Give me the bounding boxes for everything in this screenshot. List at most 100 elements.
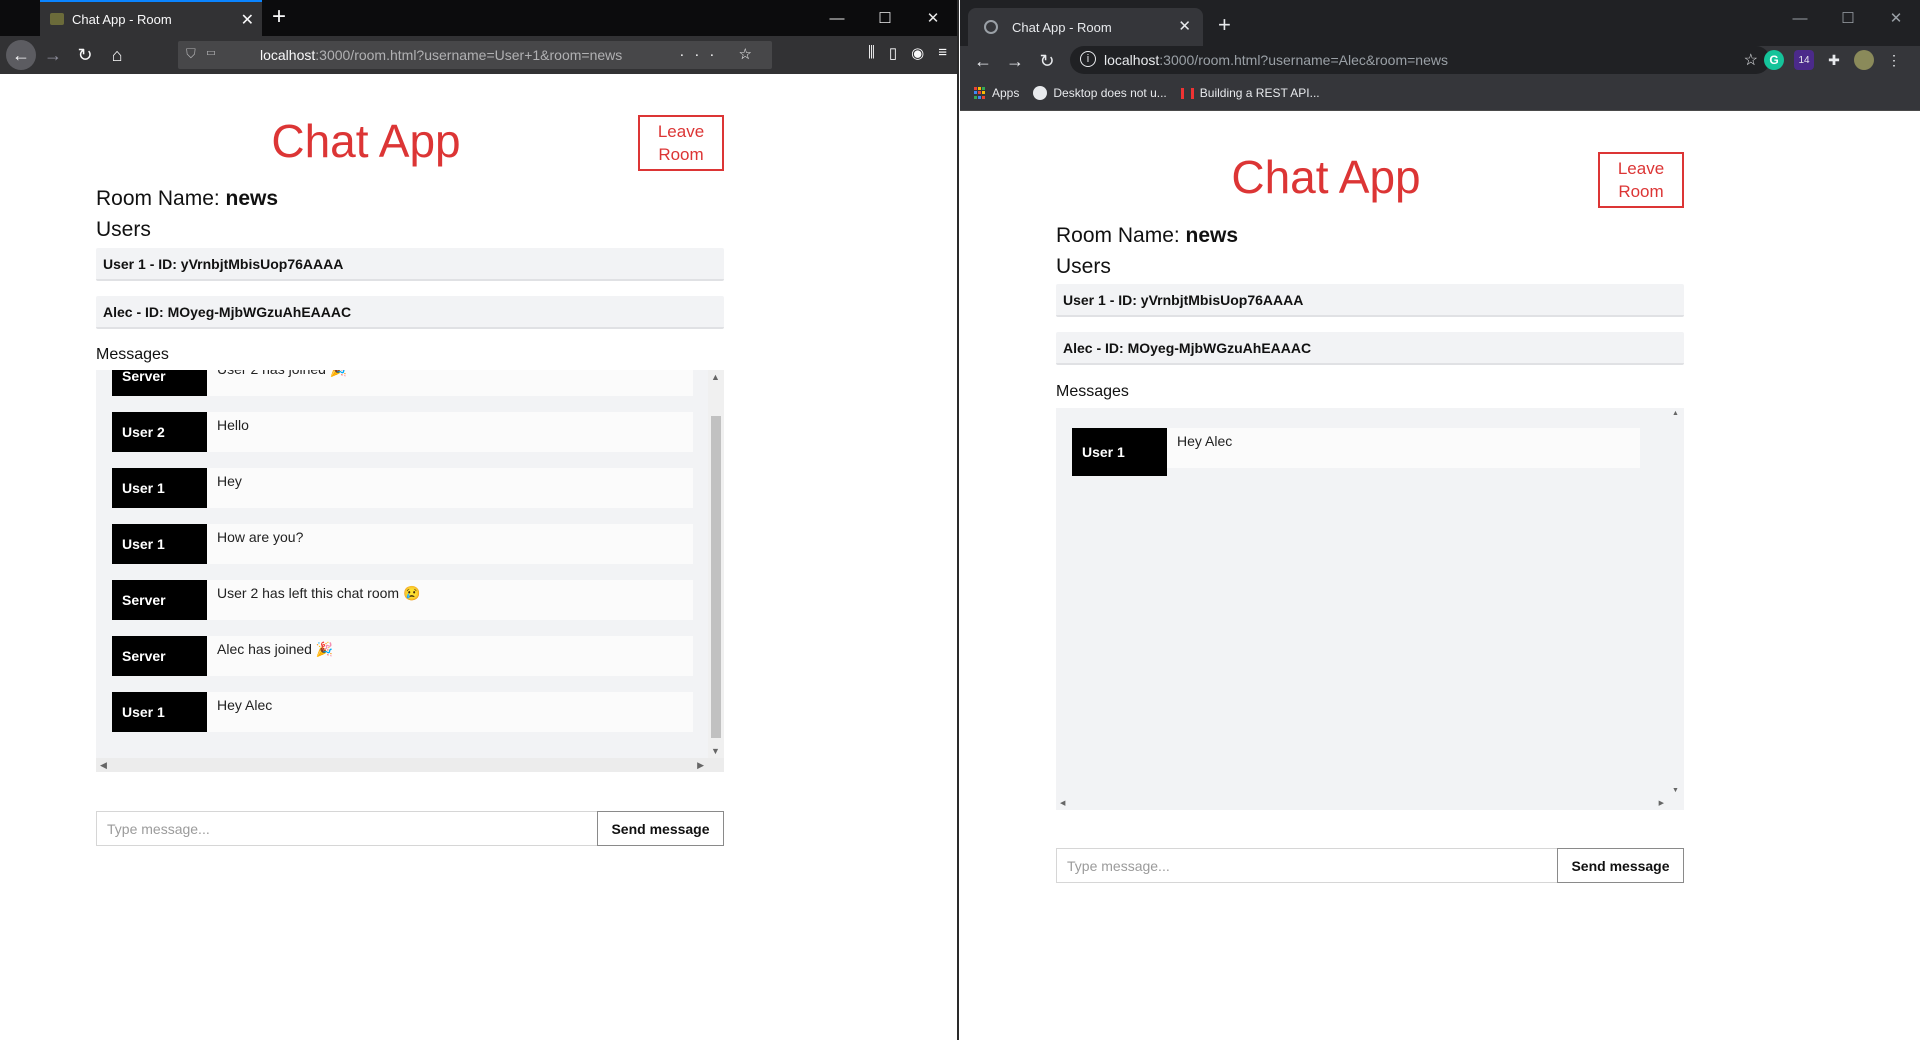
messages-list[interactable]: User 1 Hey Alec ▲ ▼ ◀ ▶ xyxy=(1056,408,1684,810)
send-message-button[interactable]: Send message xyxy=(597,811,724,846)
message-sender: User 1 xyxy=(112,692,207,732)
library-icon[interactable]: ⫼ xyxy=(868,44,875,62)
leave-label-1: Leave xyxy=(657,122,705,141)
scrollbar-thumb[interactable] xyxy=(711,416,721,738)
tab-bar: Chat App - Room ✕ + — ☐ ✕ xyxy=(960,0,1920,46)
scroll-down-icon[interactable]: ▼ xyxy=(711,746,720,756)
leave-label-2: Room xyxy=(658,145,704,164)
message-text: Hey xyxy=(217,473,242,489)
bookmark-label: Building a REST API... xyxy=(1199,86,1320,100)
message-input[interactable] xyxy=(96,811,598,846)
url-path: :3000/room.html?username=User+1&room=new… xyxy=(315,47,623,63)
back-icon[interactable]: ← xyxy=(6,40,36,70)
minimize-icon[interactable]: — xyxy=(1776,0,1824,36)
message-text: Hello xyxy=(217,417,249,433)
scroll-right-icon[interactable]: ▶ xyxy=(697,760,704,771)
maximize-icon[interactable]: ☐ xyxy=(861,0,909,36)
account-icon[interactable]: ◉ xyxy=(911,44,924,62)
message-text: Alec has joined 🎉 xyxy=(217,641,334,657)
back-icon[interactable]: ← xyxy=(970,48,996,74)
toolbar-icons: ⫼ ▯ ◉ ≡ xyxy=(868,44,947,62)
bookmark-label: Apps xyxy=(992,86,1020,100)
more-menu-icon[interactable]: ⋮ xyxy=(1884,50,1904,70)
horizontal-scrollbar[interactable]: ◀ ▶ xyxy=(1056,796,1668,810)
grammarly-icon[interactable]: G xyxy=(1764,50,1784,70)
reload-icon[interactable]: ↻ xyxy=(1034,48,1060,74)
tab-favicon-icon xyxy=(50,13,64,25)
room-name: news xyxy=(1185,224,1239,247)
leave-room-button[interactable]: Leave Room xyxy=(638,115,724,171)
message-row: Server Alec has joined 🎉 xyxy=(112,636,693,676)
scroll-left-icon[interactable]: ◀ xyxy=(1060,799,1065,807)
users-heading: Users xyxy=(96,218,151,241)
url-path: :3000/room.html?username=Alec&room=news xyxy=(1159,52,1448,68)
browser-tab[interactable]: Chat App - Room ✕ xyxy=(40,0,262,36)
close-tab-icon[interactable]: ✕ xyxy=(241,10,254,30)
user-card: User 1 - ID: yVrnbjtMbisUop76AAAA xyxy=(1056,284,1684,317)
message-sender: User 2 xyxy=(112,412,207,452)
avatar[interactable] xyxy=(1854,50,1874,70)
sidebar-icon[interactable]: ▯ xyxy=(889,44,897,62)
bookmark-label: Desktop does not u... xyxy=(1053,86,1167,100)
tracking-shield-icon[interactable]: ⛉▭ xyxy=(186,46,226,62)
window-controls: — ☐ ✕ xyxy=(813,0,957,36)
message-row: User 1 Hey Alec xyxy=(1072,428,1640,476)
forward-icon[interactable]: → xyxy=(40,42,66,68)
message-text: Hey Alec xyxy=(1177,433,1233,449)
message-sender: User 1 xyxy=(112,468,207,508)
message-text: Hey Alec xyxy=(217,697,273,713)
bookmark-rest-api[interactable]: Building a REST API... xyxy=(1180,86,1320,100)
scroll-up-icon[interactable]: ▲ xyxy=(1672,410,1679,417)
scroll-left-icon[interactable]: ◀ xyxy=(100,760,107,771)
message-sender: Server xyxy=(112,636,207,676)
extensions-area: G 14 ✚ ⋮ xyxy=(1764,50,1904,70)
navigation-bar: ← → ↻ ⌂ ⛉▭ localhost :3000/room.html?use… xyxy=(0,36,957,74)
bookmark-apps[interactable]: Apps xyxy=(974,86,1019,100)
minimize-icon[interactable]: — xyxy=(813,0,861,36)
chrome-window: Chat App - Room ✕ + — ☐ ✕ ← → ↻ i localh… xyxy=(960,0,1920,1040)
app-title: Chat App xyxy=(1231,151,1421,203)
browser-tab[interactable]: Chat App - Room ✕ xyxy=(968,8,1203,46)
firefox-window: Chat App - Room ✕ + — ☐ ✕ ← → ↻ ⌂ ⛉▭ loc… xyxy=(0,0,959,1040)
forward-icon[interactable]: → xyxy=(1002,48,1028,74)
site-info-icon[interactable]: i xyxy=(1080,51,1096,67)
close-tab-icon[interactable]: ✕ xyxy=(1178,17,1191,35)
vertical-scrollbar[interactable]: ▲ ▼ xyxy=(1668,408,1684,796)
window-controls: — ☐ ✕ xyxy=(1776,0,1920,36)
leave-room-button[interactable]: Leave Room xyxy=(1598,152,1684,208)
page-actions-icon[interactable]: ··· ☆ xyxy=(679,45,762,63)
send-message-button[interactable]: Send message xyxy=(1557,848,1684,883)
tab-bar: Chat App - Room ✕ + — ☐ ✕ xyxy=(0,0,957,36)
message-input[interactable] xyxy=(1056,848,1558,883)
message-row: Server User 2 has joined 🎉 xyxy=(112,370,693,396)
github-icon xyxy=(1033,86,1048,100)
message-row: User 2 Hello xyxy=(112,412,693,452)
close-window-icon[interactable]: ✕ xyxy=(1872,0,1920,36)
address-bar[interactable]: ⛉▭ localhost :3000/room.html?username=Us… xyxy=(178,41,772,69)
bookmark-github[interactable]: Desktop does not u... xyxy=(1033,86,1167,100)
user-card: Alec - ID: MOyeg-MjbWGzuAhEAAAC xyxy=(96,296,724,329)
new-tab-icon[interactable]: + xyxy=(1218,12,1231,38)
vertical-scrollbar[interactable]: ▲ ▼ xyxy=(708,370,724,758)
scroll-down-icon[interactable]: ▼ xyxy=(1672,787,1679,794)
scroll-right-icon[interactable]: ▶ xyxy=(1659,799,1664,807)
home-icon[interactable]: ⌂ xyxy=(104,42,130,68)
reload-icon[interactable]: ↻ xyxy=(72,42,98,68)
maximize-icon[interactable]: ☐ xyxy=(1824,0,1872,36)
scroll-up-icon[interactable]: ▲ xyxy=(711,372,720,382)
user-card: User 1 - ID: yVrnbjtMbisUop76AAAA xyxy=(96,248,724,281)
globe-icon xyxy=(984,20,998,34)
messages-list[interactable]: Server User 2 has joined 🎉 User 2 Hello … xyxy=(96,370,724,772)
message-sender: User 1 xyxy=(1072,428,1167,476)
extension-badge-icon[interactable]: 14 xyxy=(1794,50,1814,70)
message-row: Server User 2 has left this chat room 😢 xyxy=(112,580,693,620)
puzzle-icon[interactable]: ✚ xyxy=(1824,50,1844,70)
message-row: User 1 Hey Alec xyxy=(112,692,693,732)
new-tab-icon[interactable]: + xyxy=(272,3,286,31)
menu-icon[interactable]: ≡ xyxy=(938,44,947,62)
message-text: How are you? xyxy=(217,529,304,545)
horizontal-scrollbar[interactable]: ◀ ▶ xyxy=(96,758,724,772)
bookmark-star-icon[interactable]: ☆ xyxy=(1744,50,1758,70)
address-bar[interactable]: i localhost :3000/room.html?username=Ale… xyxy=(1070,46,1770,74)
close-window-icon[interactable]: ✕ xyxy=(909,0,957,36)
